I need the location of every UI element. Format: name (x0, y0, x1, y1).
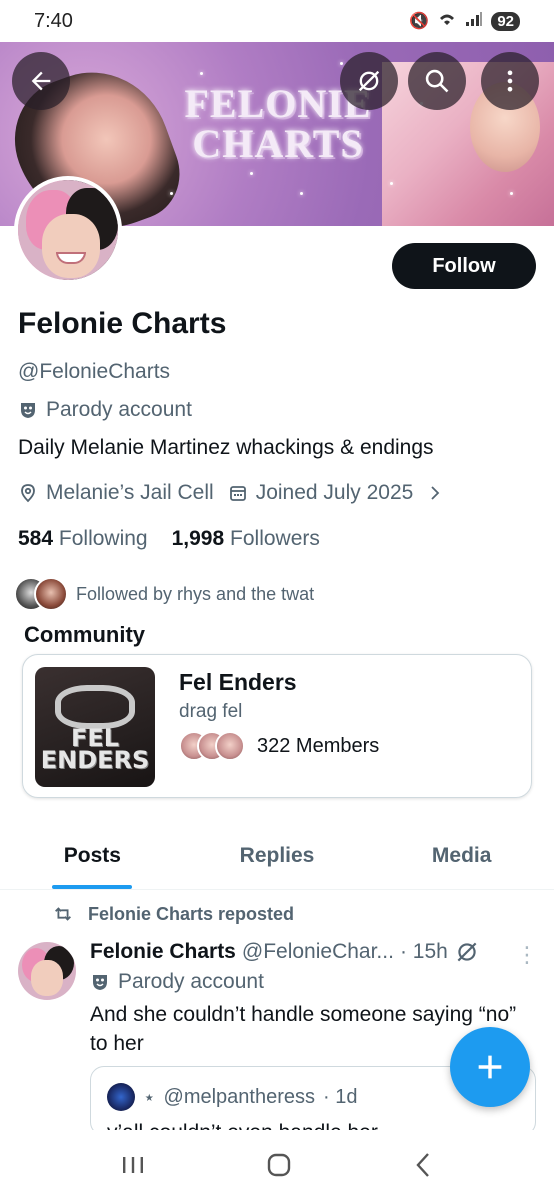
system-nav-bar (0, 1130, 554, 1200)
quoted-author-handle: @melpantheress (163, 1085, 316, 1108)
parody-label: Parody account (18, 398, 192, 422)
tab-replies[interactable]: Replies (185, 826, 370, 889)
quoted-post-time: · 1d (323, 1085, 358, 1108)
search-button[interactable] (408, 52, 466, 110)
tab-posts[interactable]: Posts (0, 826, 185, 889)
back-nav-icon[interactable] (411, 1151, 435, 1179)
quoted-post-header: ⋆ @melpantheress · 1d (107, 1083, 357, 1111)
post-author-handle: @FelonieChar... (241, 940, 394, 963)
profile-handle: @FelonieCharts (18, 360, 171, 383)
grok-icon[interactable] (454, 939, 480, 965)
profile-avatar[interactable] (14, 176, 122, 284)
status-bar: 7:40 🔇 92 (0, 0, 554, 42)
community-members: 322 Members (179, 731, 379, 761)
grok-button[interactable] (340, 52, 398, 110)
profile-location: Melanie’s Jail Cell (46, 481, 214, 504)
community-subtitle: drag fel (179, 701, 243, 722)
post-author-name[interactable]: Felonie Charts (90, 940, 236, 964)
location-icon (21, 484, 35, 503)
profile-joined: Joined July 2025 (255, 481, 414, 504)
tab-media[interactable]: Media (369, 826, 554, 889)
following-link[interactable]: 584 Following (18, 527, 148, 551)
profile-meta: Melanie’s Jail Cell Joined July 2025 (18, 481, 445, 505)
post-more-icon[interactable]: ⋮ (516, 942, 538, 968)
profile-name: Felonie Charts (18, 307, 227, 340)
chevron-right-icon[interactable] (425, 483, 445, 503)
post-author-avatar[interactable] (18, 942, 76, 1000)
grok-icon (358, 70, 380, 92)
arrow-left-icon (31, 71, 51, 91)
follow-button[interactable]: Follow (392, 243, 536, 289)
search-icon (425, 69, 449, 93)
community-card[interactable]: FEL ENDERS Fel Enders drag fel 322 Member… (22, 654, 532, 798)
followed-by-avatars (14, 577, 68, 611)
community-section-title: Community (24, 622, 145, 647)
plus-icon (478, 1055, 502, 1079)
post-parody-label: Parody account (90, 970, 264, 994)
followed-by-text: Followed by rhys and the twat (76, 583, 315, 604)
community-image: FEL ENDERS (35, 667, 155, 787)
home-icon[interactable] (264, 1150, 294, 1180)
compose-button[interactable] (450, 1027, 530, 1107)
signal-icon (465, 11, 483, 32)
mask-icon (93, 975, 107, 990)
more-options-button[interactable] (481, 52, 539, 110)
repost-icon (55, 907, 71, 921)
battery-indicator: 92 (491, 11, 520, 31)
community-name: Fel Enders (179, 669, 297, 695)
mask-icon (21, 403, 35, 418)
profile-bio: Daily Melanie Martinez whackings & endin… (18, 436, 434, 459)
post-time: · 15h (399, 940, 448, 963)
followers-link[interactable]: 1,998 Followers (172, 527, 320, 551)
quoted-author-avatar (107, 1083, 135, 1111)
post-header: Felonie Charts @FelonieChar... · 15h (90, 939, 480, 965)
followed-by[interactable]: Followed by rhys and the twat (14, 577, 314, 611)
quoted-badge-icon: ⋆ (143, 1086, 156, 1109)
member-avatars (179, 731, 245, 761)
more-vertical-icon (507, 70, 513, 92)
back-button[interactable] (12, 52, 70, 110)
profile-stats: 584 Following 1,998 Followers (18, 527, 320, 551)
status-icons: 🔇 92 (409, 11, 520, 32)
mute-icon: 🔇 (409, 13, 430, 30)
recent-apps-icon[interactable] (119, 1153, 147, 1177)
calendar-icon (229, 486, 246, 501)
wifi-icon (437, 11, 457, 32)
status-time: 7:40 (34, 9, 73, 32)
profile-tabs: Posts Replies Media (0, 826, 554, 890)
repost-indicator: Felonie Charts reposted (52, 903, 294, 925)
